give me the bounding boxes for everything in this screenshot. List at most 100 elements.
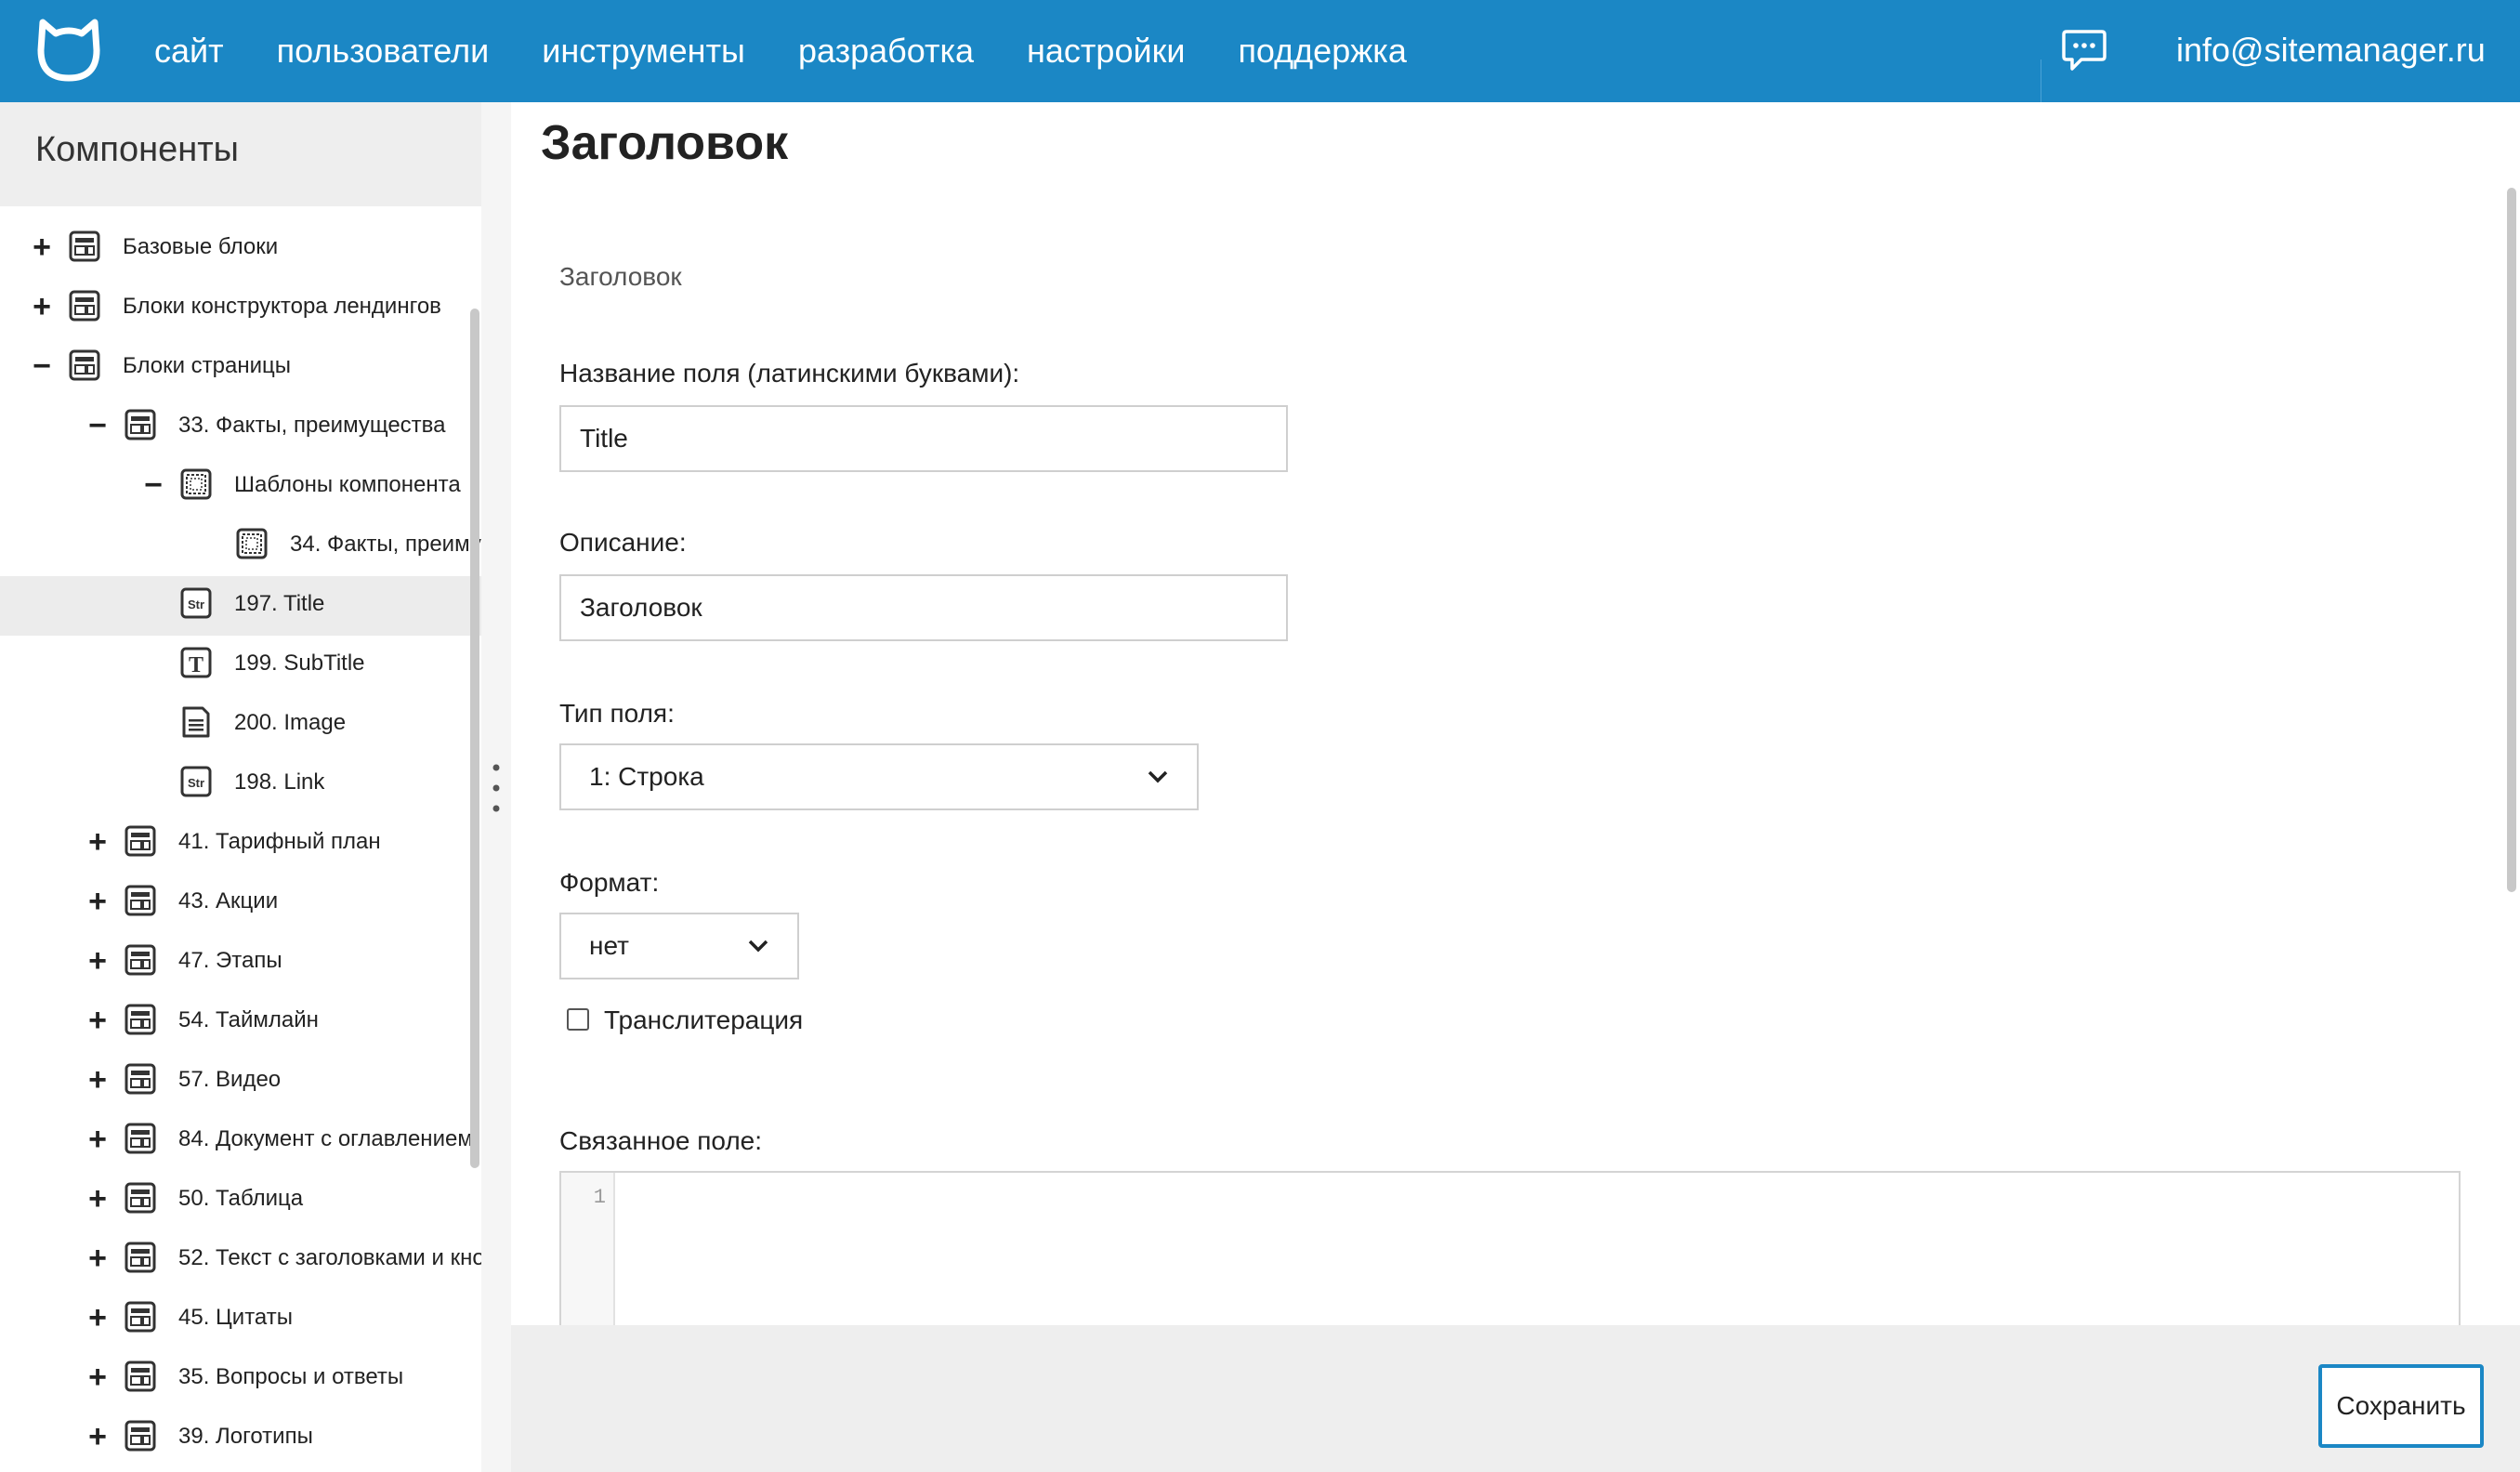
expand-icon[interactable]: + — [84, 1420, 112, 1453]
tree-item[interactable]: +39. Логотипы — [0, 1409, 481, 1468]
tree-item-label: 54. Таймлайн — [178, 1007, 319, 1032]
document-field-icon — [182, 706, 210, 738]
tree-item-label: Блоки страницы — [123, 353, 292, 378]
field-type-select[interactable]: 1: Строка — [559, 743, 1199, 810]
expand-icon[interactable]: + — [84, 825, 112, 859]
main-scrollbar[interactable] — [2507, 188, 2516, 892]
field-type-value: 1: Строка — [589, 762, 704, 791]
tree-item[interactable]: +50. Таблица — [0, 1171, 481, 1230]
tree-item[interactable]: 34. Факты, преимущества — [0, 517, 481, 576]
tree-item[interactable]: Str 197. Title — [0, 576, 481, 636]
tree-item[interactable]: + Базовые блоки — [0, 219, 481, 279]
tree-item-label: 199. SubTitle — [234, 651, 365, 676]
block-icon — [69, 290, 100, 322]
expand-icon[interactable]: + — [84, 944, 112, 978]
string-field-icon: Str — [180, 766, 212, 797]
block-icon — [125, 1182, 156, 1214]
tree-item-label: 198. Link — [234, 769, 325, 795]
sidebar-scrollbar[interactable] — [470, 309, 479, 1168]
tree-item-label: Блоки конструктора лендингов — [123, 294, 441, 319]
tree-item-label: 41. Тарифный план — [178, 829, 381, 854]
tree-item[interactable]: 200. Image — [0, 695, 481, 755]
tree-item-label: 39. Логотипы — [178, 1424, 313, 1449]
expand-icon[interactable]: + — [84, 1004, 112, 1037]
format-select[interactable]: нет — [559, 913, 799, 979]
block-icon — [125, 825, 156, 857]
nav-item-tools[interactable]: инструменты — [542, 32, 745, 71]
tree-item-label: 52. Текст с заголовками и кнопками — [178, 1245, 481, 1270]
tree-item[interactable]: +41. Тарифный план — [0, 814, 481, 874]
tree-item[interactable]: +35. Вопросы и ответы — [0, 1349, 481, 1409]
block-icon — [69, 349, 100, 381]
block-icon — [125, 885, 156, 916]
expand-icon[interactable]: + — [84, 1360, 112, 1394]
tree-item[interactable]: − 33. Факты, преимущества — [0, 398, 481, 457]
collapse-icon[interactable]: − — [139, 468, 167, 502]
tree-item-label: 50. Таблица — [178, 1186, 304, 1211]
expand-icon[interactable]: + — [84, 1063, 112, 1097]
linked-field-label: Связанное поле: — [559, 1126, 763, 1155]
tree-item[interactable]: +45. Цитаты — [0, 1290, 481, 1349]
transliteration-checkbox[interactable] — [567, 1008, 589, 1031]
tree-item[interactable]: + Блоки конструктора лендингов — [0, 279, 481, 338]
template-icon — [180, 468, 212, 500]
tree-item-label: 197. Title — [234, 591, 325, 616]
field-name-input[interactable] — [559, 405, 1288, 472]
expand-icon[interactable]: + — [28, 290, 56, 323]
block-icon — [125, 1123, 156, 1154]
tree-item[interactable]: +84. Документ с оглавлением — [0, 1111, 481, 1171]
chat-icon[interactable] — [2061, 28, 2107, 72]
block-icon — [125, 1301, 156, 1333]
save-button[interactable]: Сохранить — [2318, 1364, 2484, 1448]
field-type-label: Тип поля: — [559, 699, 675, 728]
nav-item-users[interactable]: пользователи — [277, 32, 490, 71]
expand-icon[interactable]: + — [84, 885, 112, 918]
nav-item-development[interactable]: разработка — [798, 32, 974, 71]
collapse-icon[interactable]: − — [28, 349, 56, 383]
tree-item[interactable]: − Шаблоны компонента — [0, 457, 481, 517]
component-tree: + Базовые блоки + Блоки конструктора лендин… — [0, 219, 481, 1468]
format-label: Формат: — [559, 868, 660, 897]
nav-item-site[interactable]: сайт — [154, 32, 224, 71]
tree-item-label: 57. Видео — [178, 1067, 282, 1092]
collapse-icon[interactable]: − — [84, 409, 112, 442]
block-icon — [125, 944, 156, 976]
tree-item[interactable]: T 199. SubTitle — [0, 636, 481, 695]
tree-item[interactable]: +54. Таймлайн — [0, 992, 481, 1052]
cat-logo-icon[interactable] — [35, 19, 102, 84]
expand-icon[interactable]: + — [28, 230, 56, 264]
sidebar-title: Компоненты — [35, 130, 239, 169]
tree-item[interactable]: +52. Текст с заголовками и кнопками — [0, 1230, 481, 1290]
chevron-down-icon — [748, 940, 768, 953]
tree-item[interactable]: − Блоки страницы — [0, 338, 481, 398]
tree-item[interactable]: +47. Этапы — [0, 933, 481, 992]
components-sidebar: Компоненты + Базовые блоки + Блоки конструк… — [0, 102, 481, 1472]
description-input[interactable] — [559, 574, 1288, 641]
tree-item-label: Базовые блоки — [123, 234, 279, 259]
tree-item-label: 33. Факты, преимущества — [178, 413, 446, 438]
user-email-link[interactable]: info@sitemanager.ru — [2176, 0, 2486, 102]
splitter-handle-icon[interactable] — [492, 764, 500, 812]
expand-icon[interactable]: + — [84, 1301, 112, 1334]
transliteration-label[interactable]: Транслитерация — [604, 1005, 803, 1035]
tree-item-label: 47. Этапы — [178, 948, 282, 973]
nav-item-support[interactable]: поддержка — [1238, 32, 1406, 71]
tree-item-label: 84. Документ с оглавлением — [178, 1126, 473, 1151]
top-navigation-bar: сайт пользователи инструменты разработка… — [0, 0, 2520, 102]
tree-item[interactable]: +43. Акции — [0, 874, 481, 933]
tree-item[interactable]: +57. Видео — [0, 1052, 481, 1111]
sidebar-header: Компоненты — [0, 102, 481, 206]
expand-icon[interactable]: + — [84, 1242, 112, 1275]
block-icon — [125, 1242, 156, 1273]
nav-item-settings[interactable]: настройки — [1027, 32, 1185, 71]
tree-item[interactable]: Str 198. Link — [0, 755, 481, 814]
chevron-down-icon — [1148, 770, 1168, 783]
svg-text:Str: Str — [188, 776, 204, 790]
block-icon — [125, 1420, 156, 1452]
expand-icon[interactable]: + — [84, 1123, 112, 1156]
block-icon — [125, 1063, 156, 1095]
svg-text:T: T — [189, 653, 203, 677]
svg-text:Str: Str — [188, 598, 204, 611]
expand-icon[interactable]: + — [84, 1182, 112, 1216]
block-icon — [125, 1004, 156, 1035]
